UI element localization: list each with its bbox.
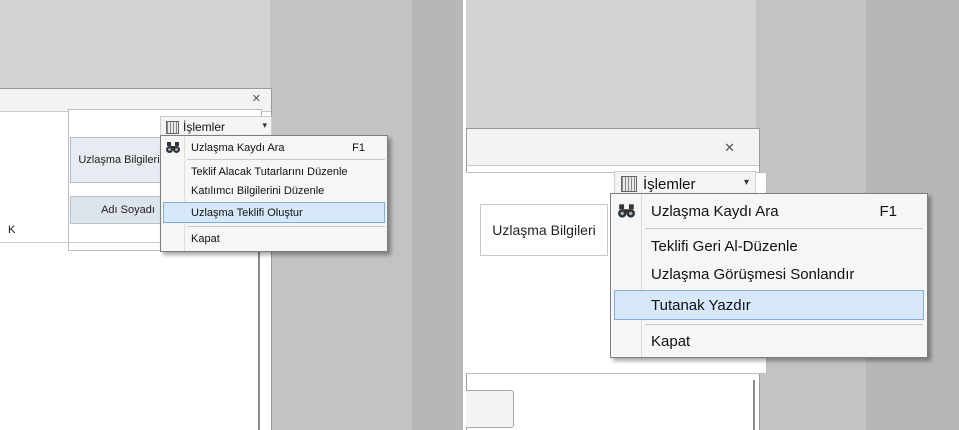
menu-item-label: Uzlaşma Teklifi Oluştur (191, 206, 303, 219)
left-screenshot-panel: ✕ Uzlaşma Bilgileri Adı Soyadı K İşlemle… (0, 0, 463, 430)
right-screenshot-panel: ✕ Uzlaşma Bilgileri İşlemler ▾ Uzlaşma K… (466, 0, 959, 430)
chevron-down-icon: ▾ (743, 177, 749, 188)
menu-item-label: Kapat (651, 332, 691, 350)
menu-item-label: Uzlaşma Kaydı Ara (651, 202, 779, 220)
menu-item-label: Tutanak Yazdır (651, 296, 751, 314)
menu-item-shortcut: F1 (879, 202, 897, 220)
menu-separator (187, 226, 385, 227)
grid-icon (621, 176, 637, 192)
menu-item-label: Teklifi Geri Al-Düzenle (651, 237, 798, 255)
chevron-down-icon: ▾ (262, 120, 267, 130)
close-icon[interactable]: ✕ (252, 92, 261, 105)
tab-uzlasma-bilgileri[interactable]: Uzlaşma Bilgileri (480, 204, 608, 256)
menu-item-label: Kapat (191, 233, 220, 245)
menu-button-label: İşlemler (183, 120, 226, 134)
menu-item-label: Teklif Alacak Tutarlarını Düzenle (191, 166, 348, 178)
menu-item-uzlasma-teklifi-olustur[interactable]: Uzlaşma Teklifi Oluştur (163, 202, 385, 223)
menu-item-teklifi-geri-al-duzenle[interactable]: Teklifi Geri Al-Düzenle (611, 233, 927, 259)
menu-item-shortcut: F1 (352, 142, 365, 154)
tab-uzlasma-bilgileri[interactable]: Uzlaşma Bilgileri (70, 137, 168, 183)
menu-separator (187, 159, 385, 160)
menu-separator (645, 324, 923, 325)
background-window-area (412, 0, 463, 430)
menu-item-label: Uzlaşma Görüşmesi Sonlandır (651, 265, 855, 283)
window-border (753, 380, 755, 430)
table-cell[interactable]: K (0, 224, 172, 243)
menu-item-uzlasma-kaydi-ara[interactable]: Uzlaşma Kaydı Ara F1 (611, 198, 927, 224)
menu-item-kapat[interactable]: Kapat (611, 328, 927, 354)
islemler-dropdown-menu: Uzlaşma Kaydı Ara F1 Teklif Alacak Tutar… (160, 135, 388, 252)
grid-icon (166, 120, 179, 134)
binoculars-icon (618, 204, 635, 218)
islemler-dropdown-menu: Uzlaşma Kaydı Ara F1 Teklifi Geri Al-Düz… (610, 193, 928, 358)
menu-item-kapat[interactable]: Kapat (161, 230, 387, 248)
menu-item-tutanak-yazdir[interactable]: Tutanak Yazdır (614, 290, 924, 320)
menu-item-label: Katılımcı Bilgilerini Düzenle (191, 185, 325, 197)
close-icon[interactable]: ✕ (724, 140, 735, 156)
menu-item-uzlasma-gorusmesi-sonlandir[interactable]: Uzlaşma Görüşmesi Sonlandır (611, 261, 927, 287)
menu-item-label: Uzlaşma Kaydı Ara (191, 142, 285, 154)
binoculars-icon (166, 142, 180, 153)
menu-separator (645, 228, 923, 229)
window-border (258, 246, 260, 430)
menu-item-teklif-alacak-tutarlarini-duzenle[interactable]: Teklif Alacak Tutarlarını Düzenle (161, 163, 387, 181)
menu-item-katilimci-bilgilerini-duzenle[interactable]: Katılımcı Bilgilerini Düzenle (161, 182, 387, 200)
menu-button-label: İşlemler (643, 175, 696, 193)
dialog-button[interactable] (466, 390, 514, 428)
dialog-title-bar[interactable]: ✕ (467, 129, 759, 166)
menu-item-uzlasma-kaydi-ara[interactable]: Uzlaşma Kaydı Ara F1 (161, 139, 387, 157)
